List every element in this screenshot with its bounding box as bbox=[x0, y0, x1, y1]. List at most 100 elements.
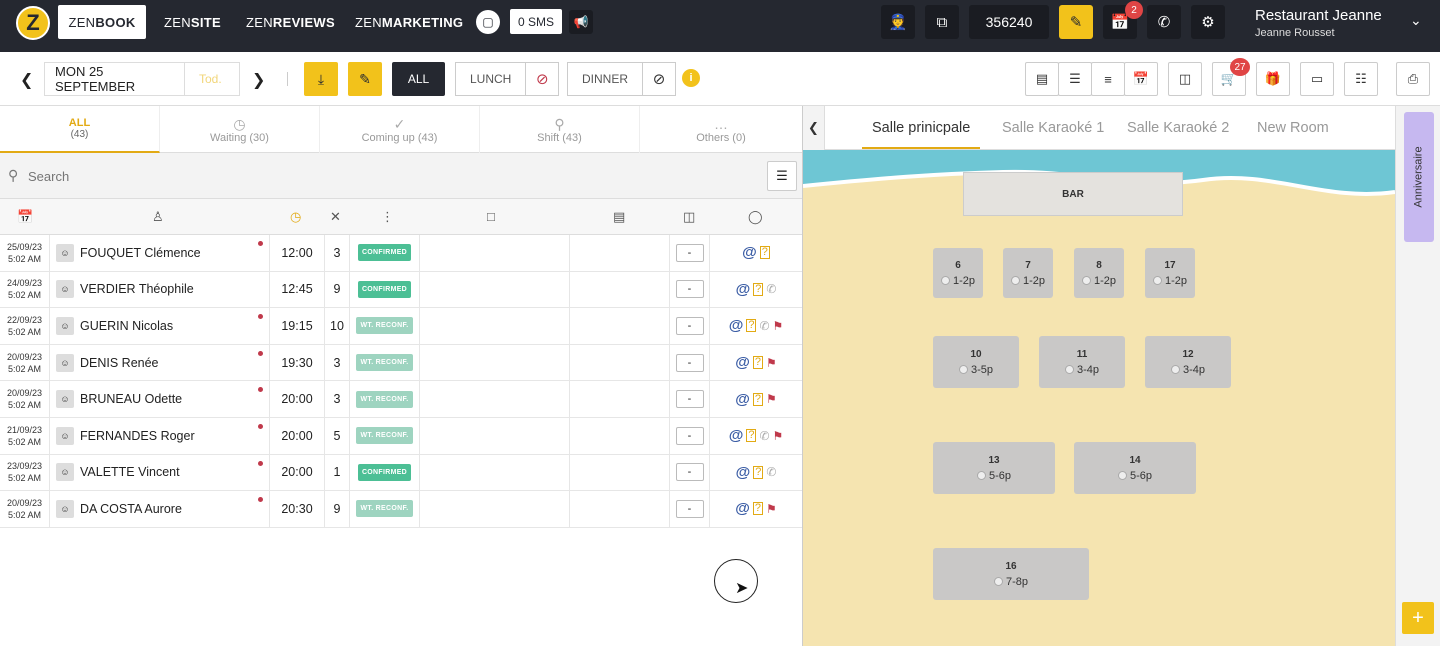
room-tab-new-room[interactable]: New Room bbox=[1257, 120, 1329, 136]
table-row[interactable]: 23/09/23 5:02 AM ☺ VALETTE Vincent 20:00… bbox=[0, 454, 802, 492]
anniversary-tab[interactable]: Anniversaire bbox=[1404, 112, 1434, 242]
floor-table[interactable]: 16 7-8p bbox=[933, 548, 1089, 600]
guest-name[interactable]: BRUNEAU Odette bbox=[80, 392, 182, 406]
tag-icon[interactable]: ◯ bbox=[748, 209, 763, 225]
status-badge[interactable]: WT. RECONF. bbox=[356, 390, 413, 408]
table-assign-button[interactable]: - bbox=[675, 243, 704, 262]
table-assign-button[interactable]: - bbox=[675, 463, 704, 482]
guest-name-cell[interactable]: ☺ GUERIN Nicolas bbox=[50, 308, 270, 344]
clock-sort-icon[interactable]: ◷ bbox=[290, 209, 301, 225]
status-cell[interactable]: CONFIRMED bbox=[350, 271, 420, 308]
zenchef-logo[interactable]: Z bbox=[16, 6, 50, 40]
table-cell[interactable]: - bbox=[670, 381, 710, 417]
today-input[interactable]: Tod. bbox=[185, 72, 222, 86]
tab-zenmarketing[interactable]: ZEN MARKETING bbox=[341, 5, 477, 39]
comment-cell[interactable] bbox=[420, 308, 570, 344]
sms-icon[interactable]: ▢ bbox=[476, 10, 500, 34]
dinner-service-button[interactable]: DINNER ⊘ bbox=[567, 62, 677, 96]
collapse-panel-icon[interactable]: ❮ bbox=[803, 106, 825, 150]
floor-table[interactable]: 12 3-4p bbox=[1145, 336, 1231, 388]
table-assign-button[interactable]: - bbox=[675, 499, 704, 518]
search-input[interactable] bbox=[28, 161, 748, 191]
status-badge[interactable]: WT. RECONF. bbox=[356, 427, 413, 445]
comment-icon[interactable]: □ bbox=[487, 209, 495, 224]
lunch-service-button[interactable]: LUNCH ⊘ bbox=[455, 62, 560, 96]
calendar-view-icon[interactable]: 📅 bbox=[1124, 62, 1158, 96]
table-cell[interactable]: - bbox=[670, 344, 710, 381]
table-cell[interactable]: - bbox=[670, 491, 710, 527]
gift-card-icon[interactable]: 🎁 bbox=[1256, 62, 1290, 96]
previous-day-icon[interactable]: ❮ bbox=[20, 70, 33, 90]
status-badge[interactable]: CONFIRMED bbox=[357, 244, 412, 262]
guest-name-cell[interactable]: ☺ VERDIER Théophile bbox=[50, 271, 270, 308]
print-icon[interactable]: ⎙ bbox=[1396, 62, 1430, 96]
status-badge[interactable]: CONFIRMED bbox=[357, 280, 412, 298]
table-assign-button[interactable]: - bbox=[675, 390, 704, 409]
document-icon[interactable]: ▤ bbox=[613, 209, 625, 225]
table-cell[interactable]: - bbox=[670, 271, 710, 308]
current-date[interactable]: MON 25 SEPTEMBER bbox=[45, 63, 185, 95]
guest-name-cell[interactable]: ☺ DENIS Renée bbox=[50, 344, 270, 381]
guest-name-cell[interactable]: ☺ FERNANDES Roger bbox=[50, 417, 270, 454]
all-services-button[interactable]: ALL bbox=[392, 62, 445, 96]
party-size[interactable]: 3 bbox=[325, 381, 350, 417]
party-size[interactable]: 5 bbox=[325, 417, 350, 454]
restaurant-name[interactable]: Restaurant Jeanne bbox=[1255, 7, 1382, 24]
status-cell[interactable]: WT. RECONF. bbox=[350, 491, 420, 527]
filter-all[interactable]: ALL (43) bbox=[0, 106, 160, 153]
calendar-icon[interactable]: 📅 bbox=[17, 209, 33, 225]
reservation-time[interactable]: 20:00 bbox=[270, 454, 325, 491]
more-vertical-icon[interactable]: ⋮ bbox=[381, 209, 394, 225]
floor-table[interactable]: 17 1-2p bbox=[1145, 248, 1195, 298]
credit-card-icon[interactable]: ▭ bbox=[1300, 62, 1334, 96]
status-cell[interactable]: WT. RECONF. bbox=[350, 381, 420, 417]
status-badge[interactable]: WT. RECONF. bbox=[356, 317, 413, 335]
timeline-view-icon[interactable]: ☰ bbox=[1058, 62, 1092, 96]
table-cell[interactable]: - bbox=[670, 308, 710, 344]
new-reservation-button[interactable]: ✎ bbox=[348, 62, 382, 96]
table-row[interactable]: 20/09/23 5:02 AM ☺ BRUNEAU Odette 20:00 … bbox=[0, 381, 802, 418]
table-row[interactable]: 25/09/23 5:02 AM ☺ FOUQUET Clémence 12:0… bbox=[0, 235, 802, 272]
floor-table[interactable]: 8 1-2p bbox=[1074, 248, 1124, 298]
tab-zensite[interactable]: ZEN SITE bbox=[150, 5, 235, 39]
status-badge[interactable]: WT. RECONF. bbox=[356, 354, 413, 372]
lunch-closed-icon[interactable]: ⊘ bbox=[526, 70, 558, 88]
table-row[interactable]: 22/09/23 5:02 AM ☺ GUERIN Nicolas 19:15 … bbox=[0, 308, 802, 345]
list-settings-icon[interactable]: ☰ bbox=[767, 161, 797, 191]
status-cell[interactable]: WT. RECONF. bbox=[350, 308, 420, 344]
person-icon[interactable]: ♙ bbox=[152, 209, 164, 225]
tab-zenreviews[interactable]: ZEN REVIEWS bbox=[232, 5, 349, 39]
table-row[interactable]: 24/09/23 5:02 AM ☺ VERDIER Théophile 12:… bbox=[0, 271, 802, 309]
gear-icon[interactable]: ⚙ bbox=[1191, 5, 1225, 39]
guest-name[interactable]: VALETTE Vincent bbox=[80, 465, 180, 479]
party-size[interactable]: 3 bbox=[325, 344, 350, 381]
room-tab-main[interactable]: Salle prinicpale bbox=[862, 120, 981, 149]
next-day-icon[interactable]: ❯ bbox=[252, 70, 265, 90]
notes-cell[interactable] bbox=[570, 491, 670, 527]
table-row[interactable]: 20/09/23 5:02 AM ☺ DA COSTA Aurore 20:30… bbox=[0, 491, 802, 528]
room-tab-karaoke-2[interactable]: Salle Karaoké 2 bbox=[1127, 120, 1229, 136]
megaphone-icon[interactable]: 📢 bbox=[569, 10, 593, 34]
comment-cell[interactable] bbox=[420, 454, 570, 491]
status-badge[interactable]: CONFIRMED bbox=[357, 463, 412, 481]
table-assign-button[interactable]: - bbox=[675, 426, 704, 445]
filter-others[interactable]: … Others (0) bbox=[640, 106, 802, 153]
floor-table[interactable]: 11 3-4p bbox=[1039, 336, 1125, 388]
chevron-down-icon[interactable]: ⌄ bbox=[1410, 12, 1422, 29]
reservation-time[interactable]: 12:45 bbox=[270, 271, 325, 308]
reservation-time[interactable]: 20:30 bbox=[270, 491, 325, 527]
tab-zenbook[interactable]: ZEN BOOK bbox=[58, 5, 146, 39]
copy-icon[interactable]: ⧉ bbox=[925, 5, 959, 39]
police-officer-icon[interactable]: 👮 bbox=[881, 5, 915, 39]
cash-register-icon[interactable]: ◫ bbox=[1168, 62, 1202, 96]
room-tab-karaoke-1[interactable]: Salle Karaoké 1 bbox=[1002, 120, 1104, 136]
party-size[interactable]: 9 bbox=[325, 491, 350, 527]
status-badge[interactable]: WT. RECONF. bbox=[356, 500, 413, 518]
table-cell[interactable]: - bbox=[670, 454, 710, 491]
status-cell[interactable]: WT. RECONF. bbox=[350, 417, 420, 454]
guest-name-cell[interactable]: ☺ VALETTE Vincent bbox=[50, 454, 270, 491]
floor-table[interactable]: 10 3-5p bbox=[933, 336, 1019, 388]
guest-name[interactable]: VERDIER Théophile bbox=[80, 282, 194, 296]
cutlery-icon[interactable]: ✕ bbox=[330, 209, 341, 225]
guest-name[interactable]: FERNANDES Roger bbox=[80, 429, 195, 443]
